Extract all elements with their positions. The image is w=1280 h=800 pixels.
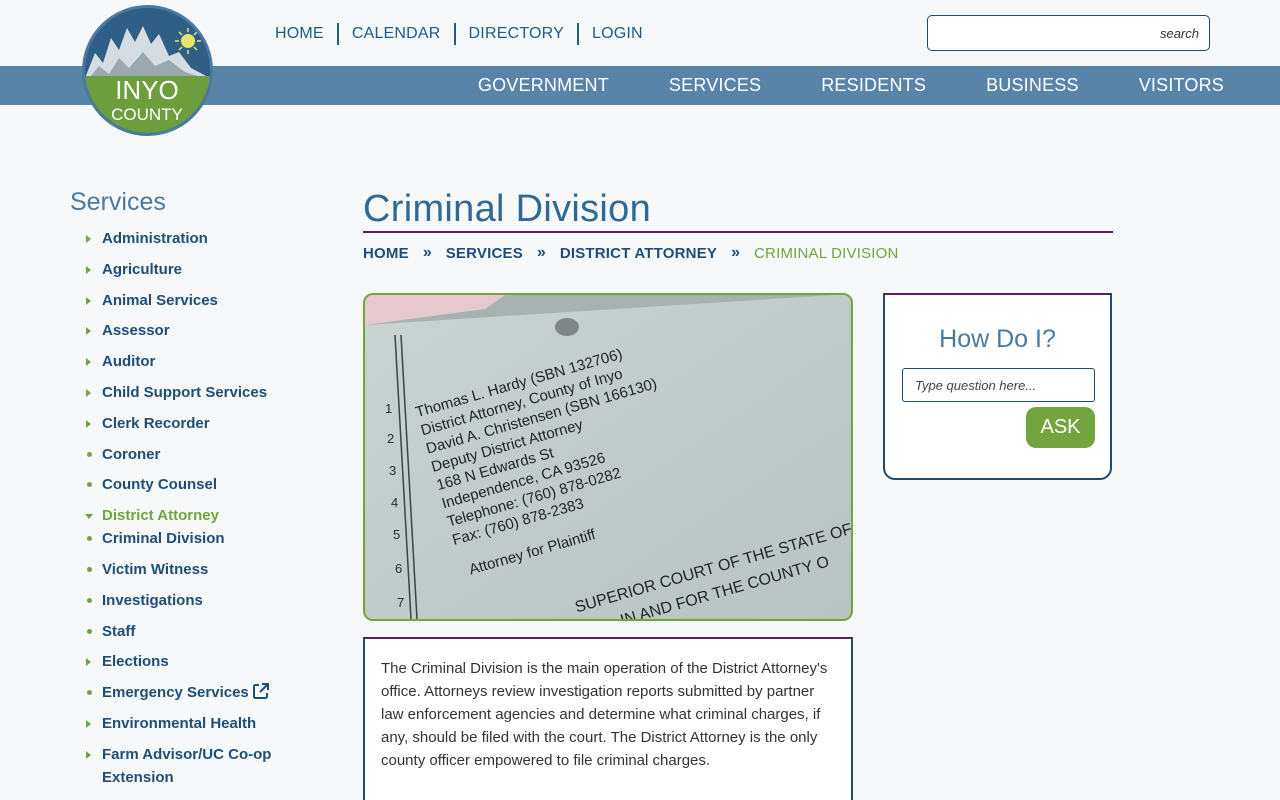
sidebar-item-district-attorney[interactable]: District Attorney	[85, 504, 306, 527]
sidebar-item-administration[interactable]: Administration	[86, 227, 306, 250]
legal-document-photo: 1 2 3 4 5 6 7 Thomas L. Hardy (SBN 13270…	[363, 293, 853, 621]
arrow-right-icon	[86, 419, 91, 428]
double-chevron-right-icon: »	[731, 244, 741, 261]
arrow-right-icon	[86, 750, 91, 759]
nav-services[interactable]: SERVICES	[669, 75, 761, 96]
arrow-right-icon	[86, 719, 91, 728]
double-chevron-right-icon: »	[422, 244, 432, 261]
breadcrumb-services[interactable]: SERVICES	[446, 245, 523, 262]
sidebar-item-county-counsel[interactable]: County Counsel	[86, 473, 306, 496]
sidebar-subitem-investigations[interactable]: Investigations	[70, 589, 306, 612]
bullet-dot-icon	[87, 597, 92, 603]
arrow-right-icon	[86, 388, 91, 397]
sidebar-subitem-staff[interactable]: Staff	[70, 620, 306, 643]
sidebar-item-emergency-services[interactable]: Emergency Services	[86, 681, 306, 704]
sidebar-item-agriculture[interactable]: Agriculture	[86, 258, 306, 281]
main-nav: GOVERNMENT SERVICES RESIDENTS BUSINESS V…	[418, 66, 1224, 105]
nav-visitors[interactable]: VISITORS	[1139, 75, 1224, 96]
bullet-dot-icon	[87, 536, 92, 542]
nav-government[interactable]: GOVERNMENT	[478, 75, 609, 96]
arrow-down-icon	[85, 514, 93, 520]
sidebar-item-farm-advisor[interactable]: Farm Advisor/UC Co-op Extension	[86, 743, 306, 789]
logo-text-inyo: INYO	[115, 75, 179, 105]
how-do-i-title: How Do I?	[939, 325, 1056, 353]
photo-line-number: 6	[395, 561, 402, 576]
bullet-dot-icon	[87, 628, 92, 634]
page-title: Criminal Division	[363, 188, 652, 230]
search-input[interactable]	[928, 16, 1209, 50]
bullet-dot-icon	[87, 566, 92, 572]
double-chevron-right-icon: »	[536, 244, 546, 261]
arrow-right-icon	[86, 658, 91, 667]
sidebar-subitem-victim-witness[interactable]: Victim Witness	[70, 558, 306, 581]
top-link-directory[interactable]: DIRECTORY	[456, 23, 579, 45]
sidebar-subitem-criminal-division[interactable]: Criminal Division	[70, 527, 306, 550]
how-do-i-widget: How Do I? ASK	[883, 293, 1112, 480]
sidebar-item-child-support-services[interactable]: Child Support Services	[86, 381, 306, 404]
bullet-dot-icon	[87, 482, 92, 488]
top-link-login[interactable]: LOGIN	[579, 23, 656, 45]
photo-line-number: 5	[393, 527, 400, 542]
question-input[interactable]	[902, 368, 1095, 402]
photo-line-number: 1	[385, 401, 392, 416]
utility-nav: HOME CALENDAR DIRECTORY LOGIN	[262, 22, 656, 46]
arrow-right-icon	[86, 296, 91, 305]
breadcrumb: HOME » SERVICES » DISTRICT ATTORNEY » CR…	[363, 244, 899, 262]
sidebar-menu: Administration Agriculture Animal Servic…	[85, 227, 306, 797]
nav-business[interactable]: BUSINESS	[986, 75, 1079, 96]
arrow-right-icon	[86, 327, 91, 336]
breadcrumb-current: CRIMINAL DIVISION	[754, 244, 899, 262]
nav-residents[interactable]: RESIDENTS	[821, 75, 926, 96]
logo-text-county: COUNTY	[111, 105, 183, 124]
sidebar-item-auditor[interactable]: Auditor	[86, 350, 306, 373]
arrow-right-icon	[86, 358, 91, 367]
arrow-right-icon	[86, 265, 91, 274]
arrow-right-icon	[86, 235, 91, 243]
photo-line-number: 4	[391, 495, 398, 510]
sidebar-item-coroner[interactable]: Coroner	[86, 443, 306, 466]
sidebar-item-environmental-health[interactable]: Environmental Health	[86, 712, 306, 735]
sidebar-item-animal-services[interactable]: Animal Services	[86, 289, 306, 312]
breadcrumb-home[interactable]: HOME	[363, 245, 409, 262]
breadcrumb-district-attorney[interactable]: DISTRICT ATTORNEY	[560, 245, 717, 262]
photo-line-number: 2	[387, 431, 394, 446]
photo-line-number: 7	[397, 595, 404, 610]
photo-line-number: 3	[389, 463, 396, 478]
description-text: The Criminal Division is the main operat…	[381, 660, 828, 769]
sidebar-item-clerk-recorder[interactable]: Clerk Recorder	[86, 412, 306, 435]
external-link-icon	[252, 683, 269, 700]
description-panel: The Criminal Division is the main operat…	[363, 637, 853, 800]
sidebar-item-elections[interactable]: Elections	[86, 650, 306, 673]
top-link-home[interactable]: HOME	[262, 23, 339, 45]
bullet-dot-icon	[87, 690, 92, 696]
site-search	[927, 15, 1210, 51]
inyo-county-logo[interactable]: INYO COUNTY	[82, 5, 213, 136]
bullet-dot-icon	[87, 451, 92, 457]
title-divider	[363, 231, 1113, 233]
top-link-calendar[interactable]: CALENDAR	[339, 23, 456, 45]
ask-button[interactable]: ASK	[1026, 407, 1095, 448]
sidebar-title: Services	[70, 188, 166, 216]
sidebar-item-assessor[interactable]: Assessor	[86, 319, 306, 342]
